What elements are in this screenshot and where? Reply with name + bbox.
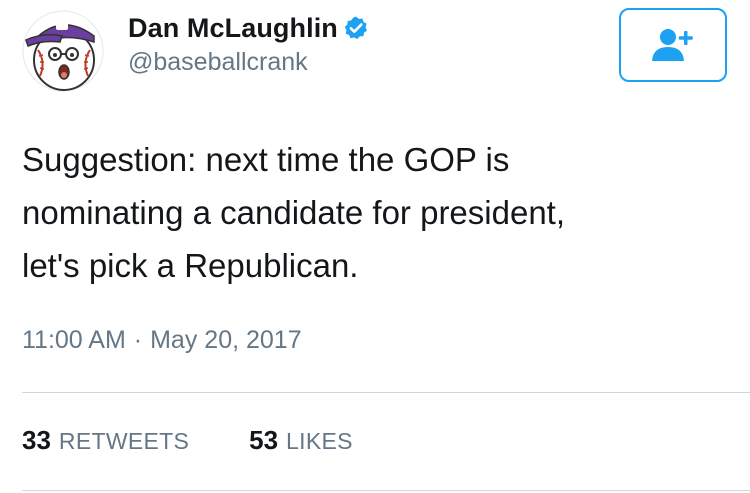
author-name-row[interactable]: Dan McLaughlin bbox=[128, 12, 369, 44]
tweet-time[interactable]: 11:00 AM bbox=[22, 326, 126, 355]
likes-label: LIKES bbox=[286, 428, 353, 454]
retweets-count: 33 bbox=[22, 425, 51, 455]
username-handle[interactable]: @baseballcrank bbox=[128, 48, 308, 77]
tweet-stats: 33 RETWEETS 53 LIKES bbox=[22, 425, 353, 456]
likes-stat[interactable]: 53 LIKES bbox=[249, 425, 353, 456]
follow-button[interactable] bbox=[619, 8, 727, 82]
tweet-timestamp[interactable]: 11:00 AM · May 20, 2017 bbox=[22, 326, 302, 355]
likes-count: 53 bbox=[249, 425, 279, 455]
tweet-date[interactable]: May 20, 2017 bbox=[150, 326, 302, 355]
baseball-cartoon-avatar-icon bbox=[22, 10, 104, 92]
add-user-icon bbox=[652, 29, 693, 61]
avatar[interactable] bbox=[22, 10, 104, 92]
tweet-card: Dan McLaughlin @baseballcrank Suggestion… bbox=[0, 0, 750, 493]
retweets-label: RETWEETS bbox=[58, 428, 190, 454]
divider bbox=[22, 490, 750, 491]
timestamp-separator: · bbox=[133, 326, 143, 354]
tweet-text: Suggestion: next time the GOP is nominat… bbox=[22, 141, 566, 284]
divider bbox=[22, 392, 750, 393]
retweets-stat[interactable]: 33 RETWEETS bbox=[22, 425, 189, 456]
verified-badge-icon bbox=[343, 15, 369, 41]
display-name[interactable]: Dan McLaughlin bbox=[128, 13, 338, 44]
